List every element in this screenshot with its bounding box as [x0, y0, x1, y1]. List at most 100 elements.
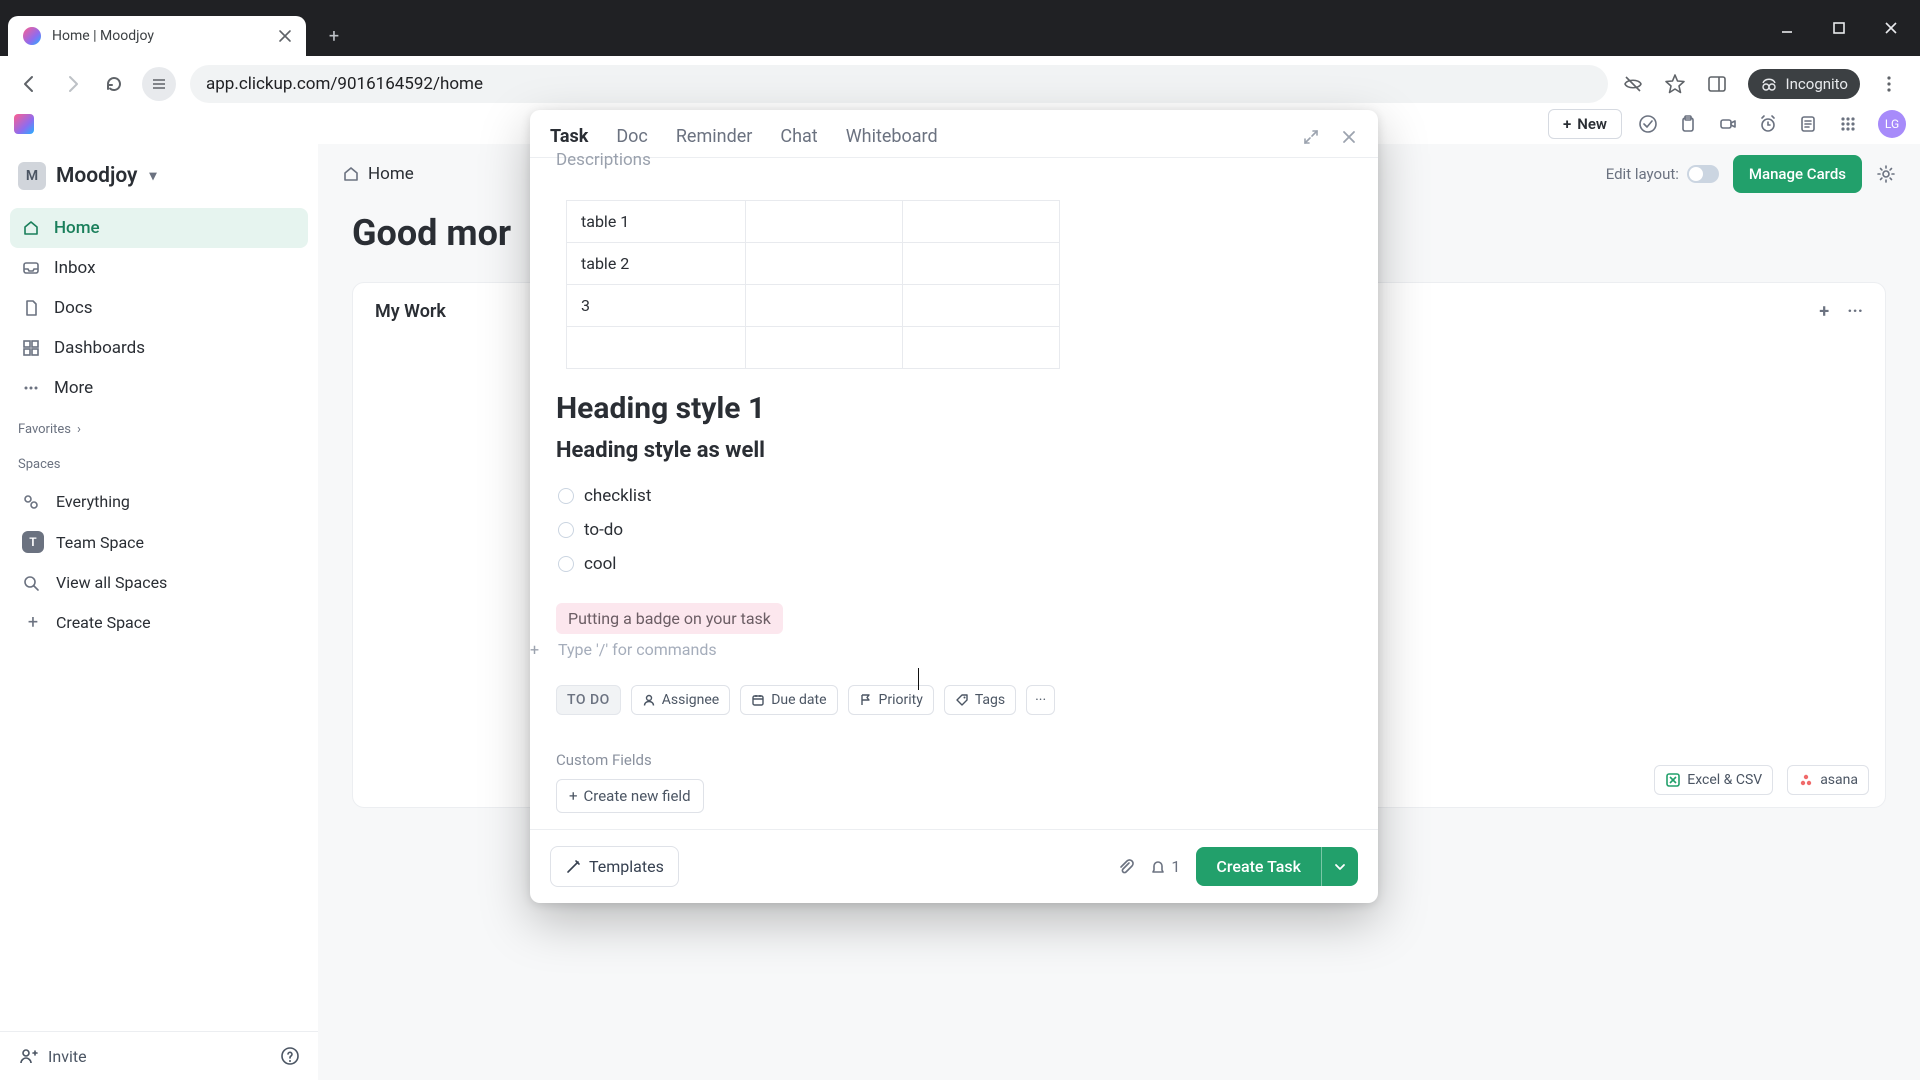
favorites-label: Favorites: [18, 422, 71, 437]
sidebar-item-dashboards[interactable]: Dashboards: [10, 328, 308, 368]
tab-whiteboard[interactable]: Whiteboard: [846, 126, 938, 147]
table-cell[interactable]: table 1: [567, 201, 746, 243]
descriptions-label: Descriptions: [556, 150, 651, 170]
table-cell[interactable]: [746, 285, 903, 327]
browser-tabstrip: Home | Moodjoy +: [0, 0, 1920, 56]
asana-chip[interactable]: asana: [1787, 765, 1869, 795]
video-icon[interactable]: [1718, 114, 1738, 134]
insert-block-button[interactable]: +: [530, 640, 539, 659]
tab-doc[interactable]: Doc: [616, 126, 648, 147]
favorites-header[interactable]: Favorites ›: [0, 412, 318, 447]
table-cell[interactable]: [567, 327, 746, 369]
expand-icon[interactable]: [1302, 128, 1320, 146]
more-chips-button[interactable]: ···: [1026, 685, 1055, 715]
help-icon[interactable]: [280, 1046, 300, 1066]
table-cell[interactable]: [746, 201, 903, 243]
browser-reload-button[interactable]: [100, 70, 128, 98]
tag-icon: [955, 693, 969, 707]
circle-checkbox-icon[interactable]: [558, 488, 574, 504]
sidebar-item-home[interactable]: Home: [10, 208, 308, 248]
browser-menu-icon[interactable]: [1880, 75, 1898, 93]
url-input[interactable]: app.clickup.com/9016164592/home: [190, 65, 1608, 103]
window-minimize-button[interactable]: [1764, 10, 1810, 46]
watch-button[interactable]: 1: [1149, 857, 1180, 876]
description-table[interactable]: table 1 table 2 3: [566, 200, 1060, 369]
new-tab-button[interactable]: +: [318, 20, 350, 52]
edit-layout-label: Edit layout:: [1606, 165, 1679, 183]
manage-cards-button[interactable]: Manage Cards: [1733, 155, 1862, 193]
alarm-icon[interactable]: [1758, 114, 1778, 134]
space-label: Team Space: [56, 533, 144, 552]
tab-chat[interactable]: Chat: [780, 126, 817, 147]
edit-layout-toggle[interactable]: Edit layout:: [1606, 165, 1719, 183]
circle-checkbox-icon[interactable]: [558, 556, 574, 572]
tab-task[interactable]: Task: [550, 126, 588, 147]
side-panel-icon[interactable]: [1706, 73, 1728, 95]
eye-off-icon[interactable]: [1622, 73, 1644, 95]
avatar[interactable]: LG: [1878, 110, 1906, 138]
window-close-button[interactable]: [1868, 10, 1914, 46]
site-info-button[interactable]: [142, 67, 176, 101]
table-cell[interactable]: 3: [567, 285, 746, 327]
status-chip[interactable]: TO DO: [556, 685, 621, 715]
spaces-item-create[interactable]: + Create Space: [10, 602, 308, 643]
card-menu-icon[interactable]: ···: [1847, 301, 1863, 322]
placeholder-text: Type '/' for commands: [558, 640, 717, 659]
templates-button[interactable]: Templates: [550, 846, 679, 887]
table-row: table 1: [567, 201, 1060, 243]
close-icon[interactable]: [1340, 128, 1358, 146]
note-icon[interactable]: [1798, 114, 1818, 134]
incognito-chip[interactable]: Incognito: [1748, 69, 1860, 99]
checklist-item[interactable]: checklist: [558, 479, 1352, 513]
attachment-icon[interactable]: [1117, 858, 1135, 876]
due-date-chip[interactable]: Due date: [740, 685, 837, 715]
clickup-logo-icon[interactable]: [14, 114, 34, 134]
check-circle-icon[interactable]: [1638, 114, 1658, 134]
workspace-switcher[interactable]: M Moodjoy ▾: [0, 144, 318, 204]
spaces-header: Spaces: [0, 447, 318, 482]
table-cell[interactable]: [746, 243, 903, 285]
invite-button[interactable]: Invite: [18, 1046, 87, 1066]
browser-back-button[interactable]: [16, 70, 44, 98]
task-badge[interactable]: Putting a badge on your task: [556, 603, 783, 634]
circle-checkbox-icon[interactable]: [558, 522, 574, 538]
table-cell[interactable]: [903, 243, 1060, 285]
table-cell[interactable]: [903, 201, 1060, 243]
gear-icon[interactable]: [1876, 164, 1896, 184]
browser-tab[interactable]: Home | Moodjoy: [8, 16, 306, 56]
checklist-item[interactable]: cool: [558, 547, 1352, 581]
excel-csv-chip[interactable]: Excel & CSV: [1654, 765, 1773, 795]
apps-grid-icon[interactable]: [1838, 114, 1858, 134]
tags-chip[interactable]: Tags: [944, 685, 1016, 715]
bookmark-star-icon[interactable]: [1664, 73, 1686, 95]
tab-close-icon[interactable]: [278, 29, 292, 43]
sidebar-item-more[interactable]: More: [10, 368, 308, 408]
tab-reminder[interactable]: Reminder: [676, 126, 753, 147]
card-add-button[interactable]: +: [1819, 301, 1829, 322]
table-cell[interactable]: [903, 285, 1060, 327]
spaces-item-view-all[interactable]: View all Spaces: [10, 563, 308, 602]
clipboard-icon[interactable]: [1678, 114, 1698, 134]
browser-forward-button[interactable]: [58, 70, 86, 98]
table-cell[interactable]: [746, 327, 903, 369]
new-button[interactable]: + New: [1548, 109, 1622, 139]
sidebar-item-inbox[interactable]: Inbox: [10, 248, 308, 288]
create-task-dropdown[interactable]: [1321, 847, 1358, 886]
table-row: [567, 327, 1060, 369]
checklist-item[interactable]: to-do: [558, 513, 1352, 547]
spaces-item-team-space[interactable]: T Team Space: [10, 521, 308, 563]
sidebar-item-docs[interactable]: Docs: [10, 288, 308, 328]
priority-chip[interactable]: Priority: [848, 685, 934, 715]
calendar-icon: [751, 693, 765, 707]
assignee-chip[interactable]: Assignee: [631, 685, 730, 715]
create-field-button[interactable]: + Create new field: [556, 779, 704, 813]
command-placeholder[interactable]: + Type '/' for commands: [558, 640, 1352, 659]
table-cell[interactable]: table 2: [567, 243, 746, 285]
breadcrumb[interactable]: Home: [342, 164, 414, 184]
window-maximize-button[interactable]: [1816, 10, 1862, 46]
heading-2[interactable]: Heading style as well: [556, 438, 1352, 463]
heading-1[interactable]: Heading style 1: [556, 391, 1352, 426]
spaces-item-everything[interactable]: Everything: [10, 482, 308, 521]
create-task-button[interactable]: Create Task: [1196, 847, 1321, 886]
table-cell[interactable]: [903, 327, 1060, 369]
